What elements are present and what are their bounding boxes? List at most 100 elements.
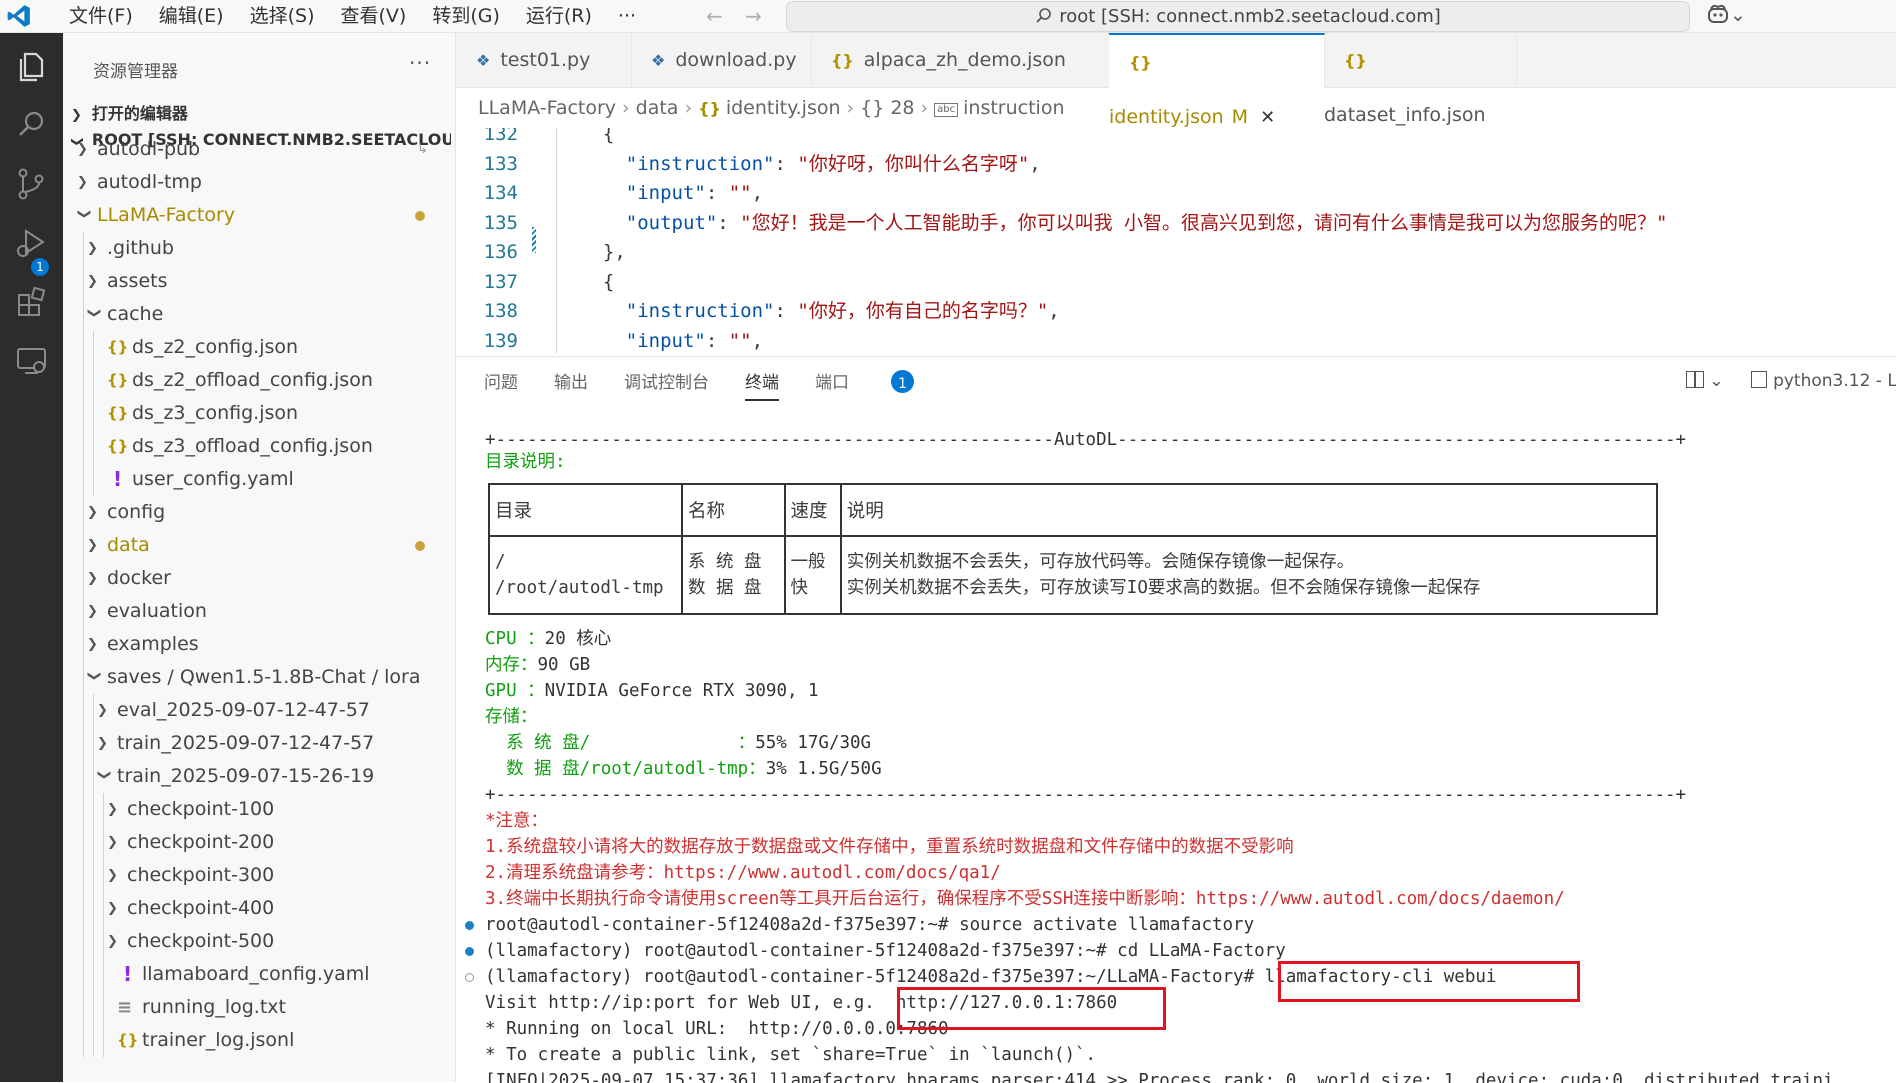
split-layout-icon[interactable] — [1686, 371, 1704, 388]
copilot-chevron-down-icon: ⌄ — [1730, 4, 1746, 26]
code-token: : — [774, 152, 798, 175]
terminal-line: 数 据 盘/root/autodl-tmp：3% 1.5G/50G — [485, 756, 882, 782]
tree-folder[interactable]: ❯ assets — [63, 265, 455, 298]
panel-tab-ports-label: 端口 — [815, 373, 849, 393]
editor-tab[interactable]: {} dataset_info.json — [1324, 33, 1517, 126]
back-arrow-icon[interactable]: ← — [706, 4, 723, 28]
tree-file[interactable]: {} ds_z2_offload_config.json — [63, 364, 455, 397]
chevron-down-icon[interactable]: ⌄ — [1709, 371, 1723, 391]
menu-edit[interactable]: 编辑(E) — [146, 0, 237, 32]
tree-indent-guide — [83, 694, 84, 727]
code-token: , — [751, 329, 764, 352]
breadcrumb-item[interactable]: {} 28 — [860, 97, 914, 119]
line-number: 138 — [483, 300, 518, 322]
tree-indent-guide — [83, 760, 84, 793]
menu-selection[interactable]: 选择(S) — [237, 0, 328, 32]
json-file-icon: {} — [1129, 53, 1152, 72]
tree-folder[interactable]: ❯ evaluation — [63, 595, 455, 628]
tree-folder[interactable]: ❯ autodl-tmp — [63, 166, 455, 199]
explorer-files-icon[interactable] — [10, 45, 53, 88]
more-actions-icon[interactable]: ··· — [409, 51, 431, 75]
table-cell: 一般快 — [783, 535, 842, 615]
menu-more[interactable]: ··· — [605, 0, 649, 32]
search-icon[interactable] — [10, 103, 53, 146]
run-debug-icon[interactable] — [10, 221, 53, 264]
tree-folder[interactable]: ❯ cache — [63, 298, 455, 331]
panel-tab-terminal[interactable]: 终端 — [745, 369, 779, 401]
copilot-menu[interactable]: ⌄ — [1706, 4, 1746, 26]
menu-view[interactable]: 查看(V) — [328, 0, 420, 32]
breadcrumb-item[interactable]: LLaMA-Factory — [478, 97, 616, 119]
tree-folder[interactable]: ❯ train_2025-09-07-15-26-19 — [63, 760, 455, 793]
chevron-right-icon: ❯ — [97, 736, 108, 751]
tree-file[interactable]: {} ds_z3_offload_config.json — [63, 430, 455, 463]
tree-folder[interactable]: ❯ LLaMA-Factory — [63, 199, 455, 232]
terminal-name[interactable]: python3.12 - LLaI — [1773, 371, 1896, 391]
panel-tab-output[interactable]: 输出 — [554, 369, 588, 401]
command-decoration-dot-icon[interactable] — [465, 921, 474, 930]
breadcrumb-item[interactable]: instruction — [963, 97, 1064, 119]
open-editors-section[interactable]: ❯ 打开的编辑器 — [71, 100, 188, 124]
terminal[interactable]: +---------------------------------------… — [456, 427, 1896, 1083]
tree-folder[interactable]: ❯ data — [63, 529, 455, 562]
tree-indent-guide — [93, 892, 94, 925]
tree-file[interactable]: {} ds_z3_config.json — [63, 397, 455, 430]
editor-tab[interactable]: ❖ test01.py — [456, 33, 632, 87]
chevron-down-icon: ❯ — [86, 670, 102, 682]
tree-folder[interactable]: ❯ checkpoint-400 — [63, 892, 455, 925]
command-decoration-dot-icon[interactable] — [465, 947, 474, 956]
tree-folder[interactable]: ❯ examples — [63, 628, 455, 661]
code-editor[interactable]: 132 {133 "instruction": "你好呀，你叫什么名字呀", 13… — [456, 128, 1896, 354]
panel-tab-ports[interactable]: 端口 1 — [815, 369, 950, 401]
terminal-text: * To create a public link, set `share=Tr… — [485, 1045, 1097, 1065]
tree-file[interactable]: ≡ running_log.txt — [63, 991, 455, 1024]
panel-tab-problems[interactable]: 问题 — [484, 369, 518, 401]
tree-folder[interactable]: ❯ checkpoint-100 — [63, 793, 455, 826]
terminal-text: (llamafactory) root@autodl-container-5f1… — [485, 941, 1286, 961]
tree-folder[interactable]: ❯ checkpoint-300 — [63, 859, 455, 892]
tree-indent-guide — [83, 265, 84, 298]
tree-folder[interactable]: ❯ checkpoint-500 — [63, 925, 455, 958]
editor-tab[interactable]: {} alpaca_zh_demo.json — [811, 33, 1110, 87]
tree-file[interactable]: {} trainer_log.jsonl — [63, 1024, 455, 1057]
chevron-down-icon: ❯ — [86, 307, 102, 319]
tree-file[interactable]: {} ds_z2_config.json — [63, 331, 455, 364]
forward-arrow-icon[interactable]: → — [745, 4, 762, 28]
code-line: 138 "instruction": "你好，你有自己的名字吗？", — [456, 297, 1896, 325]
menu-go[interactable]: 转到(G) — [419, 0, 513, 32]
tree-folder[interactable]: ❯ eval_2025-09-07-12-47-57 — [63, 694, 455, 727]
source-control-icon[interactable] — [10, 163, 53, 206]
editor-tab[interactable]: {} identity.json M ✕ — [1109, 33, 1325, 128]
terminal-text: * Running on local URL: http://0.0.0.0:7… — [485, 1019, 949, 1039]
tree-folder[interactable]: ❯ train_2025-09-07-12-47-57 — [63, 727, 455, 760]
extensions-icon[interactable] — [10, 281, 53, 324]
chevron-right-icon: ❯ — [87, 538, 98, 553]
editor-tab[interactable]: ❖ download.py — [631, 33, 812, 87]
code-token: { — [580, 270, 615, 293]
menu-file[interactable]: 文件(F) — [56, 0, 146, 32]
tree-folder[interactable]: ❯ .github — [63, 232, 455, 265]
menu-run[interactable]: 运行(R) — [513, 0, 605, 32]
terminal-text: 系 统 盘/ ： — [485, 733, 756, 753]
tree-folder[interactable]: ❯ autodl-pub ↳ — [63, 133, 455, 166]
breadcrumb-item[interactable]: data — [636, 97, 679, 119]
tree-folder[interactable]: ❯ config — [63, 496, 455, 529]
json-file-icon: {} — [831, 51, 854, 70]
tree-indent-guide — [83, 430, 84, 463]
panel-tab-debug-console[interactable]: 调试控制台 — [624, 369, 709, 401]
code-text: { — [580, 268, 614, 296]
remote-explorer-icon[interactable] — [10, 339, 53, 382]
command-center-search[interactable]: root [SSH: connect.nmb2.seetacloud.com] — [786, 1, 1690, 32]
tree-folder[interactable]: ❯ saves / Qwen1.5-1.8B-Chat / lora — [63, 661, 455, 694]
tree-folder[interactable]: ❯ checkpoint-200 — [63, 826, 455, 859]
close-icon[interactable]: ✕ — [1260, 107, 1275, 128]
tree-file[interactable]: ! user_config.yaml — [63, 463, 455, 496]
terminal-line: 3.终端中长期执行命令请使用screen等工具开后台运行，确保程序不受SSH连接… — [485, 886, 1565, 912]
tree-indent-guide — [93, 958, 94, 991]
command-decoration-dot-icon[interactable] — [465, 973, 474, 982]
breadcrumb-item[interactable]: identity.json — [726, 97, 841, 119]
tree-file[interactable]: ! llamaboard_config.yaml — [63, 958, 455, 991]
chevron-right-icon: ❯ — [87, 505, 98, 520]
terminal-text: 内存： — [485, 655, 538, 675]
tree-folder[interactable]: ❯ docker — [63, 562, 455, 595]
